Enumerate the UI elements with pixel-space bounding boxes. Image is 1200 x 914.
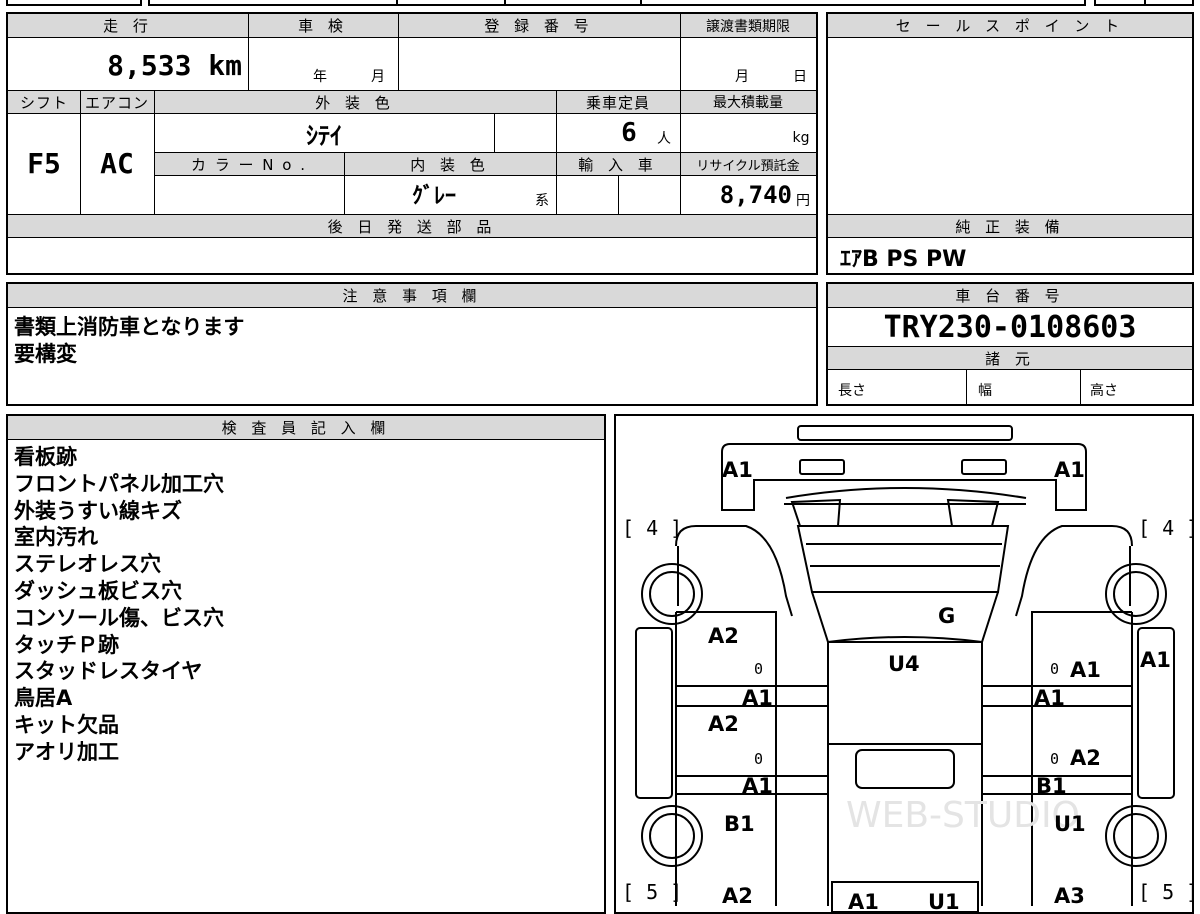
chassis-box: 車 台 番 号 TRY230-0108603 諸 元 長さ 幅 高さ xyxy=(826,282,1194,406)
right-bottom-label: A3 xyxy=(1054,884,1085,908)
inspection-header: 車 検 xyxy=(248,14,398,38)
import-header: 輸 入 車 xyxy=(556,152,680,176)
left-bottom-label: A2 xyxy=(722,884,753,908)
inspection-year: 年 xyxy=(313,69,327,85)
capacity-header: 乗車定員 xyxy=(556,90,680,114)
recycle-value: 8,740 xyxy=(719,181,792,209)
exterior-header: 外 装 色 xyxy=(154,90,556,114)
inspector-line: コンソール傷、ビス穴 xyxy=(14,605,224,630)
transfer-day: 日 xyxy=(793,69,807,85)
left-rear-panel-label: B1 xyxy=(724,812,755,836)
spec-height: 高さ xyxy=(1090,383,1118,399)
tire-fl-label: [ 4 ] xyxy=(622,516,683,540)
right-fender-label: A1 xyxy=(1140,648,1171,672)
left-mark-2: 0 xyxy=(754,750,764,768)
inspector-line: ダッシュ板ビス穴 xyxy=(14,578,182,603)
center-bottom-1-label: A1 xyxy=(848,890,879,914)
inspector-line: 鳥居A xyxy=(14,686,73,711)
sales-point-header: セ ー ル ス ポ イ ン ト xyxy=(828,14,1192,38)
inspector-line: ステレオレス穴 xyxy=(14,552,161,577)
specs-header: 諸 元 xyxy=(828,346,1192,370)
watermark: WEB-STUDIO xyxy=(846,795,1080,836)
inspector-line: タッチＰ跡 xyxy=(14,632,119,657)
recycle-header: リサイクル預託金 xyxy=(680,152,816,176)
notes-line-1: 書類上消防車となります xyxy=(14,315,245,339)
inspector-line: フロントパネル加工穴 xyxy=(14,471,224,496)
inspector-box: 検 査 員 記 入 欄 看板跡 フロントパネル加工穴 外装うすい線キズ 室内汚れ… xyxy=(6,414,606,914)
notes-box: 注 意 事 項 欄 書類上消防車となります 要構変 xyxy=(6,282,818,406)
grille-right-label: A1 xyxy=(1054,458,1085,482)
right-rear-panel-label: U1 xyxy=(1054,812,1086,836)
notes-line-2: 要構変 xyxy=(14,341,77,366)
inspector-line: キット欠品 xyxy=(14,712,119,737)
recycle-unit: 円 xyxy=(796,193,810,209)
ac-value: AC xyxy=(100,146,134,180)
mileage-value: 8,533 km xyxy=(107,48,242,82)
later-parts-header: 後 日 発 送 部 品 xyxy=(8,214,816,238)
right-sill-2-label: B1 xyxy=(1036,774,1067,798)
right-sill-1-label: A1 xyxy=(1034,686,1065,710)
inspector-line: スタッドレスタイヤ xyxy=(14,659,203,684)
registration-header: 登 録 番 号 xyxy=(398,14,680,38)
left-mark-1: 0 xyxy=(754,660,764,678)
load-unit: kg xyxy=(792,130,810,146)
tire-fr-label: [ 4 ] xyxy=(1138,516,1194,540)
grille-left-label: A1 xyxy=(722,458,753,482)
capacity-unit: 人 xyxy=(657,131,671,147)
inspector-notes: 看板跡 フロントパネル加工穴 外装うすい線キズ 室内汚れ ステレオレス穴 ダッシ… xyxy=(14,444,224,766)
notes-header: 注 意 事 項 欄 xyxy=(8,284,816,308)
ac-header: エアコン xyxy=(80,90,154,114)
chassis-value: TRY230-0108603 xyxy=(883,309,1137,345)
roof-label: U4 xyxy=(888,652,920,676)
shift-value: F5 xyxy=(27,146,61,180)
spec-length: 長さ xyxy=(838,383,866,399)
transfer-header: 譲渡書類期限 xyxy=(680,14,816,38)
equipment-value: ｴｱB PS PW xyxy=(840,247,967,272)
left-door-front-label: A2 xyxy=(708,624,739,648)
inspector-line: 室内汚れ xyxy=(14,525,98,550)
interior-header: 内 装 色 xyxy=(344,152,556,176)
right-door-front-label: A1 xyxy=(1070,658,1101,682)
chassis-header: 車 台 番 号 xyxy=(828,284,1192,308)
inspector-line: 外装うすい線キズ xyxy=(14,498,182,523)
right-mark-2: 0 xyxy=(1050,750,1060,768)
tire-rl-label: [ 5 ] xyxy=(622,880,683,904)
top-strip xyxy=(0,0,1200,8)
inspector-line: 看板跡 xyxy=(14,445,77,469)
color-no-header: カ ラ ー N o . xyxy=(154,152,344,176)
left-sill-1-label: A1 xyxy=(742,686,773,710)
right-door-rear-label: A2 xyxy=(1070,746,1101,770)
left-door-rear-label: A2 xyxy=(708,712,739,736)
spec-width: 幅 xyxy=(978,383,992,399)
notes-text: 書類上消防車となります 要構変 xyxy=(14,314,244,368)
mileage-header: 走 行 xyxy=(8,14,248,38)
interior-value: ｸﾞﾚｰ xyxy=(411,184,456,209)
left-sill-2-label: A1 xyxy=(742,774,773,798)
load-header: 最大積載量 xyxy=(680,90,816,114)
tire-rr-label: [ 5 ] xyxy=(1138,880,1194,904)
vehicle-diagram-box: WEB-STUDIO [ 4 ] [ 4 ] [ 5 ] [ 5 ] A1 A1… xyxy=(614,414,1194,914)
equipment-header: 純 正 装 備 xyxy=(828,214,1192,238)
inspector-header: 検 査 員 記 入 欄 xyxy=(8,416,604,440)
inspector-line: アオリ加工 xyxy=(14,739,119,764)
sales-point-box: セ ー ル ス ポ イ ン ト 純 正 装 備 ｴｱB PS PW xyxy=(826,12,1194,275)
capacity-value: 6 xyxy=(621,118,637,148)
center-bottom-2-label: U1 xyxy=(928,890,960,914)
vehicle-info-box: 走 行 車 検 登 録 番 号 譲渡書類期限 8,533 km 年 月 月 日 … xyxy=(6,12,818,275)
inspection-month: 月 xyxy=(371,69,385,85)
exterior-value: ｼﾃｲ xyxy=(306,121,342,150)
right-mark-1: 0 xyxy=(1050,660,1060,678)
windshield-label: G xyxy=(938,604,956,628)
transfer-month: 月 xyxy=(735,69,749,85)
shift-header: シフト xyxy=(8,90,80,114)
interior-suffix: 系 xyxy=(535,193,549,209)
